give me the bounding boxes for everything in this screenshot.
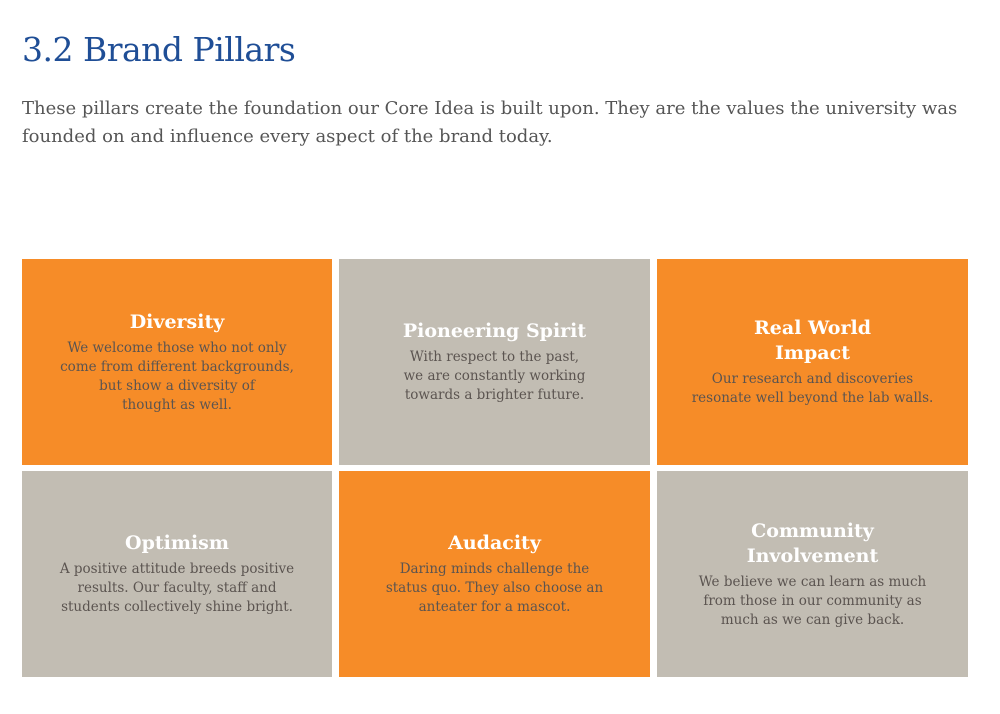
pillar-tile-real-world-impact: Real World Impact Our research and disco… — [657, 259, 968, 465]
pillar-description: Our research and discoveries resonate we… — [691, 371, 934, 406]
page-title: 3.2 Brand Pillars — [22, 30, 296, 69]
pillar-tile-community-involvement: Community Involvement We believe we can … — [657, 471, 968, 677]
pillar-title: Optimism — [125, 532, 229, 554]
pillar-description: With respect to the past, we are constan… — [403, 349, 586, 403]
pillar-description: We believe we can learn as much from tho… — [698, 573, 927, 628]
pillars-grid: Diversity We welcome those who not only … — [22, 259, 968, 677]
pillar-tile-diversity: Diversity We welcome those who not only … — [22, 259, 332, 465]
intro-paragraph: These pillars create the foundation our … — [22, 98, 958, 147]
pillar-title: Real World Impact — [754, 317, 871, 364]
pillar-title: Audacity — [448, 532, 541, 554]
pillar-description: Daring minds challenge the status quo. T… — [385, 561, 604, 615]
pillar-tile-optimism: Optimism A positive attitude breeds posi… — [22, 471, 332, 677]
pillar-tile-pioneering-spirit: Pioneering Spirit With respect to the pa… — [339, 259, 650, 465]
pillar-title: Community Involvement — [746, 519, 879, 567]
pillar-description: We welcome those who not only come from … — [60, 339, 294, 413]
pillar-description: A positive attitude breeds positive resu… — [59, 561, 295, 615]
pillar-tile-audacity: Audacity Daring minds challenge the stat… — [339, 471, 650, 677]
pillar-title: Diversity — [129, 310, 225, 333]
pillar-title: Pioneering Spirit — [402, 320, 587, 342]
